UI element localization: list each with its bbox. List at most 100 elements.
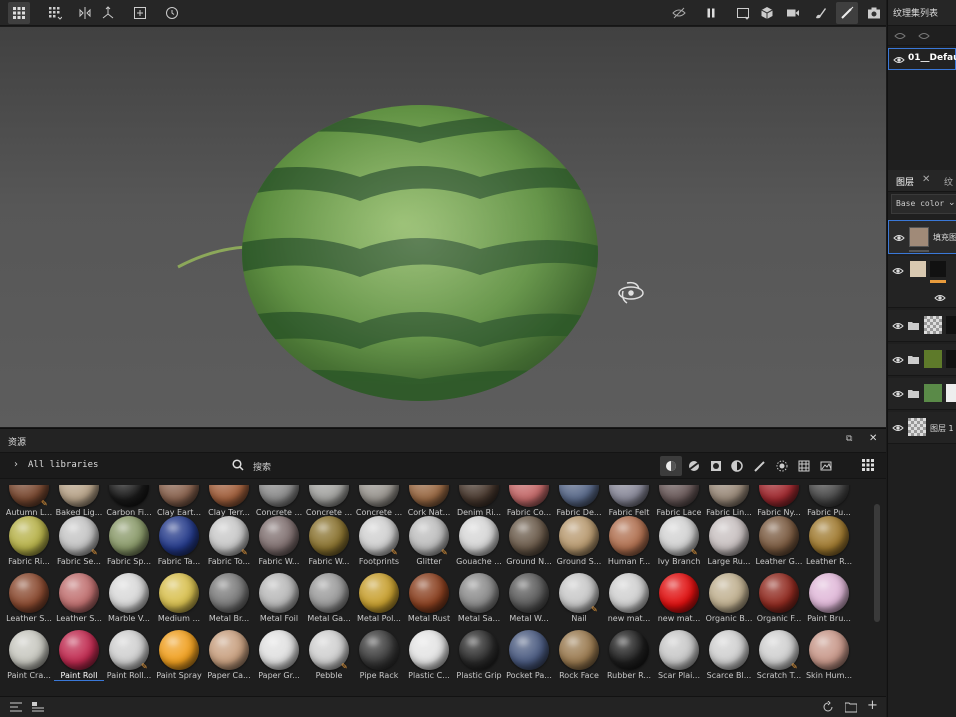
eye-icon[interactable] [892, 389, 904, 399]
eye-icon[interactable] [892, 321, 904, 331]
assets-scrollbar[interactable] [874, 504, 880, 622]
grid-icon[interactable] [8, 2, 30, 24]
asset-tile[interactable]: ✎ Footprints [354, 516, 404, 572]
history-icon[interactable] [161, 2, 183, 24]
layer-with-mask[interactable] [888, 256, 956, 308]
asset-tile[interactable]: Rock Face [554, 630, 604, 686]
asset-tile[interactable]: Metal Sa... [454, 573, 504, 629]
asset-tile[interactable]: Metal Foil [254, 573, 304, 629]
layer-folder[interactable] [888, 310, 956, 342]
asset-tile[interactable]: Fabric W... [254, 516, 304, 572]
axis-icon[interactable] [97, 2, 119, 24]
asset-tile[interactable]: Pocket Pa... [504, 630, 554, 686]
mask-filter-icon[interactable] [710, 460, 722, 472]
asset-tile[interactable]: Skin Hum... [804, 630, 854, 686]
asset-tile[interactable]: Fabric Ri... [4, 516, 54, 572]
asset-tile[interactable]: Medium ... [154, 573, 204, 629]
asset-tile[interactable]: ✎ Fabric To... [204, 516, 254, 572]
asset-tile[interactable]: ✎ Paint Roll... [104, 630, 154, 686]
asset-tile[interactable]: Leather G... [754, 516, 804, 572]
asset-tile[interactable]: Leather S... [4, 573, 54, 629]
symmetry-icon[interactable] [74, 2, 96, 24]
camera-view-icon[interactable] [732, 2, 754, 24]
add-icon[interactable]: + [867, 698, 878, 713]
asset-tile[interactable]: Ground N... [504, 516, 554, 572]
brush-icon[interactable] [836, 2, 858, 24]
video-icon[interactable] [782, 2, 804, 24]
asset-tile[interactable]: Pipe Rack [354, 630, 404, 686]
particle-filter-icon[interactable] [776, 460, 788, 472]
eye-icon[interactable] [934, 293, 946, 303]
layer-fill[interactable]: 填充图 [888, 220, 956, 254]
list-view-icon[interactable] [10, 702, 22, 713]
asset-tile[interactable]: ✎ Nail [554, 573, 604, 629]
screenshot-icon[interactable] [863, 2, 885, 24]
asset-tile[interactable]: ✎ Glitter [404, 516, 454, 572]
asset-tile[interactable]: Gouache ... [454, 516, 504, 572]
tab-texture[interactable]: 纹 [944, 175, 953, 188]
frame-icon[interactable] [129, 2, 151, 24]
brush-filter-icon[interactable] [754, 460, 766, 472]
grid-dropdown-icon[interactable] [44, 2, 66, 24]
popout-icon[interactable]: ⧉ [846, 434, 852, 444]
asset-tile[interactable]: Scarce Bl... [704, 630, 754, 686]
asset-tile[interactable]: Large Ru... [704, 516, 754, 572]
eye-icon[interactable] [892, 355, 904, 365]
asset-tile[interactable]: Metal Br... [204, 573, 254, 629]
asset-tile[interactable]: Marble V... [104, 573, 154, 629]
tab-layers[interactable]: 图层 [896, 175, 914, 188]
eye-icon[interactable] [893, 55, 905, 65]
asset-tile[interactable]: Paint Bru... [804, 573, 854, 629]
asset-tile[interactable]: ✎ Fabric Se... [54, 516, 104, 572]
smart-material-filter-icon[interactable] [688, 460, 700, 472]
asset-tile[interactable]: Metal W... [504, 573, 554, 629]
folder-icon[interactable] [845, 701, 857, 713]
pause-icon[interactable] [700, 2, 722, 24]
refresh-icon[interactable] [822, 701, 834, 713]
chevron-right-icon[interactable]: › [14, 459, 18, 470]
asset-tile[interactable]: Scar Plai... [654, 630, 704, 686]
asset-tile[interactable]: Leather R... [804, 516, 854, 572]
3d-viewport[interactable] [0, 27, 886, 427]
close-icon[interactable]: ✕ [922, 174, 930, 185]
asset-tile[interactable]: Metal Rust [404, 573, 454, 629]
asset-tile[interactable]: ✎ Scratch T... [754, 630, 804, 686]
breadcrumb[interactable]: All libraries [28, 460, 98, 470]
layer-folder[interactable] [888, 378, 956, 410]
asset-tile[interactable]: Plastic Grip [454, 630, 504, 686]
environment-filter-icon[interactable] [820, 460, 832, 472]
asset-tile[interactable]: Organic B... [704, 573, 754, 629]
close-icon[interactable]: ✕ [869, 433, 877, 444]
asset-tile[interactable]: new mat... [604, 573, 654, 629]
asset-tile[interactable]: Paint Roll [54, 630, 104, 686]
eye-icon[interactable] [892, 266, 904, 276]
asset-tile[interactable]: Fabric W... [304, 516, 354, 572]
import-icon[interactable] [32, 702, 44, 713]
asset-tile[interactable]: Metal Pol... [354, 573, 404, 629]
asset-tile[interactable]: Paper Ca... [204, 630, 254, 686]
layer-folder[interactable] [888, 344, 956, 376]
asset-tile[interactable]: Paint Spray [154, 630, 204, 686]
asset-tile[interactable]: Rubber R... [604, 630, 654, 686]
eye-icon[interactable] [918, 31, 930, 41]
asset-tile[interactable]: Fabric Ta... [154, 516, 204, 572]
asset-tile[interactable]: Organic F... [754, 573, 804, 629]
asset-tile[interactable]: new mat... [654, 573, 704, 629]
search-input[interactable]: 搜索 [253, 460, 271, 473]
asset-tile[interactable]: Paper Gr... [254, 630, 304, 686]
channel-select[interactable]: Base color ⌄ [891, 194, 956, 214]
material-filter-icon[interactable] [660, 456, 682, 476]
texture-filter-icon[interactable] [798, 460, 810, 472]
hide-icon[interactable] [668, 2, 690, 24]
asset-tile[interactable]: ✎ Ivy Branch [654, 516, 704, 572]
asset-tile[interactable]: Human F... [604, 516, 654, 572]
grid-view-icon[interactable] [862, 459, 874, 471]
asset-tile[interactable]: ✎ Pebble [304, 630, 354, 686]
hidden-eye-icon[interactable] [894, 31, 906, 41]
generator-filter-icon[interactable] [731, 460, 743, 472]
asset-tile[interactable]: Ground S... [554, 516, 604, 572]
eye-icon[interactable] [893, 233, 905, 243]
asset-tile[interactable]: Fabric Sp... [104, 516, 154, 572]
asset-tile[interactable]: Metal Ga... [304, 573, 354, 629]
paint-icon[interactable] [810, 2, 832, 24]
